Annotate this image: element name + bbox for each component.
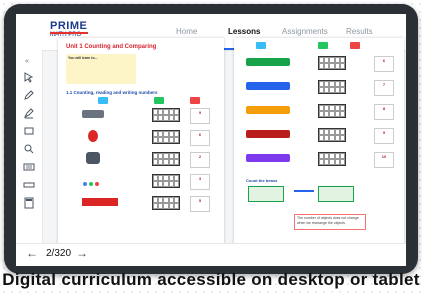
- left-page: Unit 1 Counting and Comparing You will l…: [58, 38, 224, 248]
- keyboard-tool-icon[interactable]: [23, 160, 35, 172]
- beans-group-1: [248, 186, 284, 202]
- tool-sidebar: «: [16, 50, 43, 244]
- arrow-right-icon[interactable]: →: [76, 246, 88, 260]
- count-box[interactable]: 8: [374, 104, 394, 120]
- count-box[interactable]: 3: [190, 174, 210, 190]
- count-box[interactable]: 6: [374, 56, 394, 72]
- header-chip-red: [350, 42, 360, 49]
- header-chip-green: [318, 42, 328, 49]
- count-box[interactable]: 10: [374, 152, 394, 168]
- ruler-tool-icon[interactable]: [23, 178, 35, 190]
- page-indicator: 2/320: [46, 248, 72, 259]
- arrow-bar: [294, 190, 314, 192]
- count-box[interactable]: 5: [190, 196, 210, 212]
- logo-underline: [50, 32, 88, 34]
- header-chip-blue: [98, 97, 108, 104]
- right-page: 6 7 8 9 10 Count the beans The number of…: [234, 38, 404, 248]
- header-chip-green: [154, 97, 164, 104]
- unit-title: Unit 1 Counting and Comparing: [66, 44, 157, 50]
- learn-heading: You will learn to...: [68, 56, 98, 60]
- count-box[interactable]: 9: [190, 108, 210, 124]
- footer-note: The number of objects does not change wh…: [294, 214, 366, 230]
- highlighter-tool-icon[interactable]: [23, 106, 35, 119]
- pointer-tool-icon[interactable]: [23, 70, 35, 83]
- zoom-tool-icon[interactable]: [23, 142, 35, 154]
- tablet-frame: PRIME MATH PRO Home Lessons Assignments …: [4, 4, 418, 274]
- calculator-tool-icon[interactable]: [23, 196, 35, 209]
- count-box[interactable]: 9: [374, 128, 394, 144]
- count-box[interactable]: 2: [190, 152, 210, 168]
- header-chip-blue: [256, 42, 266, 49]
- caption: Digital curriculum accessible on desktop…: [2, 270, 420, 289]
- app-screen: PRIME MATH PRO Home Lessons Assignments …: [16, 14, 406, 266]
- counting-row: 3: [82, 174, 210, 190]
- section-title: 1.1 Counting, reading and writing number…: [66, 90, 158, 95]
- count-box[interactable]: 7: [374, 80, 394, 96]
- arrow-left-icon[interactable]: ←: [26, 246, 38, 260]
- logo-primary: PRIME: [50, 20, 88, 32]
- header-chip-red: [190, 97, 200, 104]
- learning-objectives-box: You will learn to...: [66, 54, 136, 84]
- collapse-sidebar-icon[interactable]: «: [25, 58, 29, 65]
- page-footer: ← 2/320 →: [16, 243, 406, 266]
- count-box[interactable]: 6: [190, 130, 210, 146]
- book-spread: Unit 1 Counting and Comparing You will l…: [58, 38, 404, 248]
- right-section-title: Count the beans: [246, 178, 278, 183]
- eraser-tool-icon[interactable]: [23, 124, 35, 136]
- beans-group-2: [318, 186, 354, 202]
- pencil-tool-icon[interactable]: [23, 88, 35, 100]
